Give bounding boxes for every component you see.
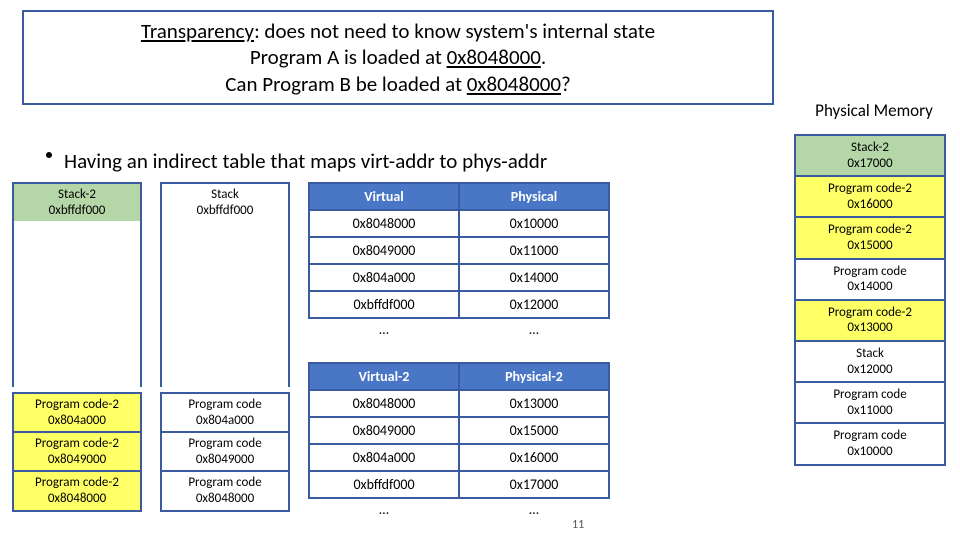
phys-cell: Stack0x12000	[794, 340, 946, 383]
code-b-cell: Program code-20x804a000	[12, 392, 142, 433]
bullet-line: Having an indirect table that maps virt-…	[64, 148, 547, 174]
code-a-cell: Program code0x8048000	[160, 470, 290, 511]
proc-b-column: Stack-20xbffdf000	[12, 182, 142, 385]
phys-mem-title: Physical Memory	[794, 100, 954, 121]
title-line1: Transparency: does not need to know syst…	[28, 18, 768, 44]
hdr-virtual2: Virtual-2	[309, 363, 459, 390]
phys-cell: Program code-20x16000	[794, 175, 946, 218]
gap-cell	[12, 221, 142, 387]
code-b-cell: Program code-20x8048000	[12, 470, 142, 511]
code-a-cell: Program code0x8049000	[160, 431, 290, 472]
code-b-cell: Program code-20x8049000	[12, 431, 142, 472]
mapping-table-a: VirtualPhysical 0x80480000x10000 0x80490…	[308, 182, 610, 340]
table-row: 0xbffdf0000x17000	[309, 471, 609, 498]
hdr-physical: Physical	[459, 183, 609, 210]
mapping-table-b: Virtual-2Physical-2 0x80480000x13000 0x8…	[308, 362, 610, 520]
phys-cell: Program code0x11000	[794, 381, 946, 424]
phys-cell: Program code-20x13000	[794, 299, 946, 342]
phys-cell: Program code0x10000	[794, 422, 946, 465]
phys-cell: Stack-20x17000	[794, 134, 946, 177]
hdr-virtual: Virtual	[309, 183, 459, 210]
gap-cell	[160, 221, 290, 387]
proc-a-code-column: Program code0x804a000 Program code0x8049…	[160, 392, 290, 510]
table-row: 0x80480000x13000	[309, 390, 609, 417]
dots-row: ……	[309, 498, 609, 520]
page-number: 11	[572, 518, 584, 532]
title-box: Transparency: does not need to know syst…	[22, 10, 774, 105]
dots-row: ……	[309, 318, 609, 340]
proc-a-column: Stack0xbffdf000	[160, 182, 290, 385]
physical-memory-column: Stack-20x17000 Program code-20x16000 Pro…	[794, 134, 946, 464]
title-line2: Program A is loaded at 0x8048000.	[28, 44, 768, 70]
phys-cell: Program code0x14000	[794, 258, 946, 301]
bullet-dot-icon	[46, 152, 52, 158]
stack-a-cell: Stack0xbffdf000	[160, 182, 290, 223]
title-line3: Can Program B be loaded at 0x8048000?	[28, 71, 768, 97]
code-a-cell: Program code0x804a000	[160, 392, 290, 433]
title-word: Transparency	[141, 18, 254, 44]
table-row: 0x80490000x15000	[309, 417, 609, 444]
proc-b-code-column: Program code-20x804a000 Program code-20x…	[12, 392, 142, 510]
stack-b-cell: Stack-20xbffdf000	[12, 182, 142, 223]
table-row: 0x80480000x10000	[309, 210, 609, 237]
hdr-physical2: Physical-2	[459, 363, 609, 390]
phys-cell: Program code-20x15000	[794, 216, 946, 259]
table-row: 0xbffdf0000x12000	[309, 291, 609, 318]
table-row: 0x804a0000x14000	[309, 264, 609, 291]
table-row: 0x804a0000x16000	[309, 444, 609, 471]
table-row: 0x80490000x11000	[309, 237, 609, 264]
